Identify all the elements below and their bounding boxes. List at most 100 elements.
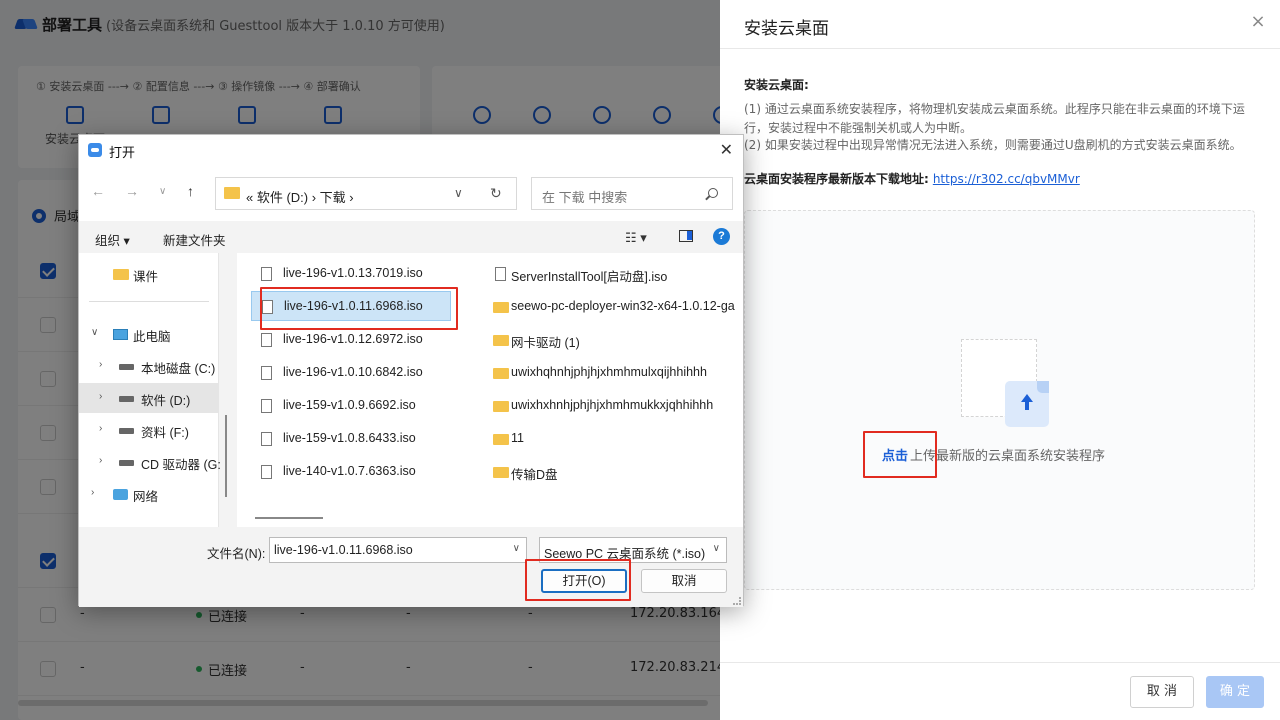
divider <box>89 301 209 302</box>
file-icon <box>261 366 272 380</box>
dialog-titlebar: 打开 ✕ <box>79 135 743 165</box>
folder-name: uwixhqhnhjphjhjxhmhmulxqijhhihhh <box>511 365 707 379</box>
folder-icon <box>493 401 509 412</box>
forward-arrow-icon[interactable]: → <box>125 183 139 199</box>
organize-menu[interactable]: 组织 ▾ <box>95 230 130 249</box>
chevron-down-icon[interactable]: ∨ <box>91 327 98 338</box>
list-item[interactable]: uwixhqhnhjphjhjxhmhmulxqijhhihhh <box>493 358 743 388</box>
file-name: live-159-v1.0.8.6433.iso <box>283 431 416 445</box>
chevron-right-icon[interactable]: › <box>99 391 102 402</box>
folder-icon <box>493 335 509 346</box>
chevron-down-icon[interactable]: ∨ <box>713 543 720 554</box>
list-item[interactable]: seewo-pc-deployer-win32-x64-1.0.12-ga <box>493 292 743 322</box>
list-item[interactable]: live-196-v1.0.10.6842.iso <box>251 358 451 388</box>
list-item[interactable]: 11 <box>493 424 743 454</box>
back-arrow-icon[interactable]: ← <box>91 183 105 199</box>
tree-label: 资料 (F:) <box>141 426 189 440</box>
upload-hint-text: 上传最新版的云桌面系统安装程序 <box>910 449 1106 464</box>
list-item[interactable]: live-140-v1.0.7.6363.iso <box>251 457 451 487</box>
list-item[interactable]: live-159-v1.0.9.6692.iso <box>251 391 451 421</box>
instruction-2: (2) 如果安装过程中出现异常情况无法进入系统，则需要通过U盘刷机的方式安装云桌… <box>744 138 1242 152</box>
drive-icon <box>119 428 134 434</box>
tree-scrollbar[interactable] <box>225 415 227 497</box>
dialog-toolbar: 组织 ▾ 新建文件夹 ☷ ▾ ? <box>79 221 743 253</box>
file-upload-icon <box>1005 381 1049 427</box>
dialog-cancel-button[interactable]: 取消 <box>641 569 727 593</box>
tree-label: 课件 <box>133 270 159 284</box>
navigation-tree: 课件 ∨ 此电脑 › 本地磁盘 (C:) › 软件 (D:) › 资料 (F:)… <box>79 253 221 527</box>
file-name: live-159-v1.0.9.6692.iso <box>283 398 416 412</box>
file-name: live-140-v1.0.7.6363.iso <box>283 464 416 478</box>
folder-name: 11 <box>511 431 524 445</box>
tree-item-drive-d[interactable]: › 软件 (D:) <box>79 383 219 413</box>
open-file-dialog: 打开 ✕ ← → ∨ ↑ « 软件 (D:) › 下载 › ∨ ↻ 在 下载 中… <box>78 134 744 607</box>
tree-item-drive-c[interactable]: › 本地磁盘 (C:) <box>79 351 219 381</box>
chevron-down-icon[interactable]: ∨ <box>159 186 166 197</box>
tree-item-cd-drive[interactable]: › CD 驱动器 (G: <box>79 447 221 477</box>
dialog-title: 打开 <box>109 145 136 160</box>
chevron-right-icon[interactable]: › <box>99 455 102 466</box>
filename-label: 文件名(N): <box>207 547 266 561</box>
cancel-button[interactable]: 取 消 <box>1130 676 1194 708</box>
file-icon <box>495 267 506 281</box>
computer-icon <box>113 329 128 340</box>
filename-field[interactable]: live-196-v1.0.11.6968.iso ∨ <box>269 537 527 563</box>
list-item[interactable]: live-196-v1.0.13.7019.iso <box>251 259 451 289</box>
folder-name: 传输D盘 <box>511 468 558 482</box>
chevron-down-icon[interactable]: ∨ <box>454 186 463 200</box>
tree-item-this-pc[interactable]: ∨ 此电脑 <box>79 319 219 349</box>
address-bar[interactable]: « 软件 (D:) › 下载 › ∨ ↻ <box>215 177 517 210</box>
install-desktop-drawer: 安装云桌面 × 安装云桌面: (1) 通过云桌面系统安装程序，将物理机安装成云桌… <box>720 0 1280 720</box>
tree-item-drive-f[interactable]: › 资料 (F:) <box>79 415 219 445</box>
file-icon <box>261 465 272 479</box>
tree-item-courseware[interactable]: 课件 <box>79 259 219 289</box>
navigation-bar: ← → ∨ ↑ « 软件 (D:) › 下载 › ∨ ↻ 在 下载 中搜索 <box>79 165 743 221</box>
list-item[interactable]: uwixhxhnhjphjhjxhmhmukkxjqhhihhh <box>493 391 743 421</box>
list-item[interactable]: ServerInstallTool[启动盘].iso <box>493 259 743 289</box>
file-icon <box>261 432 272 446</box>
search-icon <box>708 188 718 198</box>
instruction-1: (1) 通过云桌面系统安装程序，将物理机安装成云桌面系统。此程序只能在非云桌面的… <box>744 102 1245 135</box>
file-icon <box>261 267 272 281</box>
chevron-right-icon[interactable]: › <box>99 423 102 434</box>
file-list-scrollbar[interactable] <box>255 517 323 519</box>
chevron-right-icon[interactable]: › <box>99 359 102 370</box>
tree-label: 网络 <box>133 490 159 504</box>
highlight-selected-file <box>260 287 458 330</box>
file-name: live-196-v1.0.10.6842.iso <box>283 365 423 379</box>
view-options-icon[interactable]: ☷ ▾ <box>625 230 647 246</box>
section-label: 安装云桌面: <box>744 78 809 92</box>
folder-icon <box>493 434 509 445</box>
drive-icon <box>119 396 134 402</box>
close-icon[interactable]: × <box>1250 13 1266 31</box>
tree-item-network[interactable]: › 网络 <box>79 479 219 509</box>
breadcrumb[interactable]: « 软件 (D:) › 下载 › <box>246 187 354 206</box>
upload-dropzone[interactable]: 点击 上传最新版的云桌面系统安装程序 <box>744 210 1255 590</box>
resize-grip-icon[interactable] <box>733 597 741 605</box>
folder-icon <box>493 467 509 478</box>
close-icon[interactable]: ✕ <box>720 140 733 160</box>
chevron-right-icon[interactable]: › <box>91 487 94 498</box>
up-arrow-icon[interactable]: ↑ <box>187 183 194 199</box>
network-icon <box>113 489 128 500</box>
highlight-upload-link <box>863 431 937 478</box>
search-input[interactable]: 在 下载 中搜索 <box>531 177 733 210</box>
file-name: ServerInstallTool[启动盘].iso <box>511 270 668 284</box>
list-item[interactable]: live-159-v1.0.8.6433.iso <box>251 424 451 454</box>
folder-name: uwixhxhnhjphjhjxhmhmukkxjqhhihhh <box>511 398 714 412</box>
new-folder-button[interactable]: 新建文件夹 <box>163 230 226 249</box>
confirm-button[interactable]: 确 定 <box>1206 676 1264 708</box>
tree-label: CD 驱动器 (G: <box>141 458 221 472</box>
download-row: 云桌面安装程序最新版本下载地址: https://r302.cc/qbvMMvr <box>744 170 1080 187</box>
refresh-icon[interactable]: ↻ <box>490 185 502 202</box>
preview-pane-icon[interactable] <box>679 230 693 242</box>
folder-name: 网卡驱动 (1) <box>511 336 580 350</box>
help-icon[interactable]: ? <box>713 228 730 245</box>
list-item[interactable]: 网卡驱动 (1) <box>493 325 743 355</box>
tree-label: 此电脑 <box>133 330 171 344</box>
download-link[interactable]: https://r302.cc/qbvMMvr <box>933 172 1080 186</box>
download-label: 云桌面安装程序最新版本下载地址: <box>744 172 929 186</box>
chevron-down-icon[interactable]: ∨ <box>513 543 520 554</box>
list-item[interactable]: 传输D盘 <box>493 457 743 487</box>
app-icon <box>88 143 102 157</box>
